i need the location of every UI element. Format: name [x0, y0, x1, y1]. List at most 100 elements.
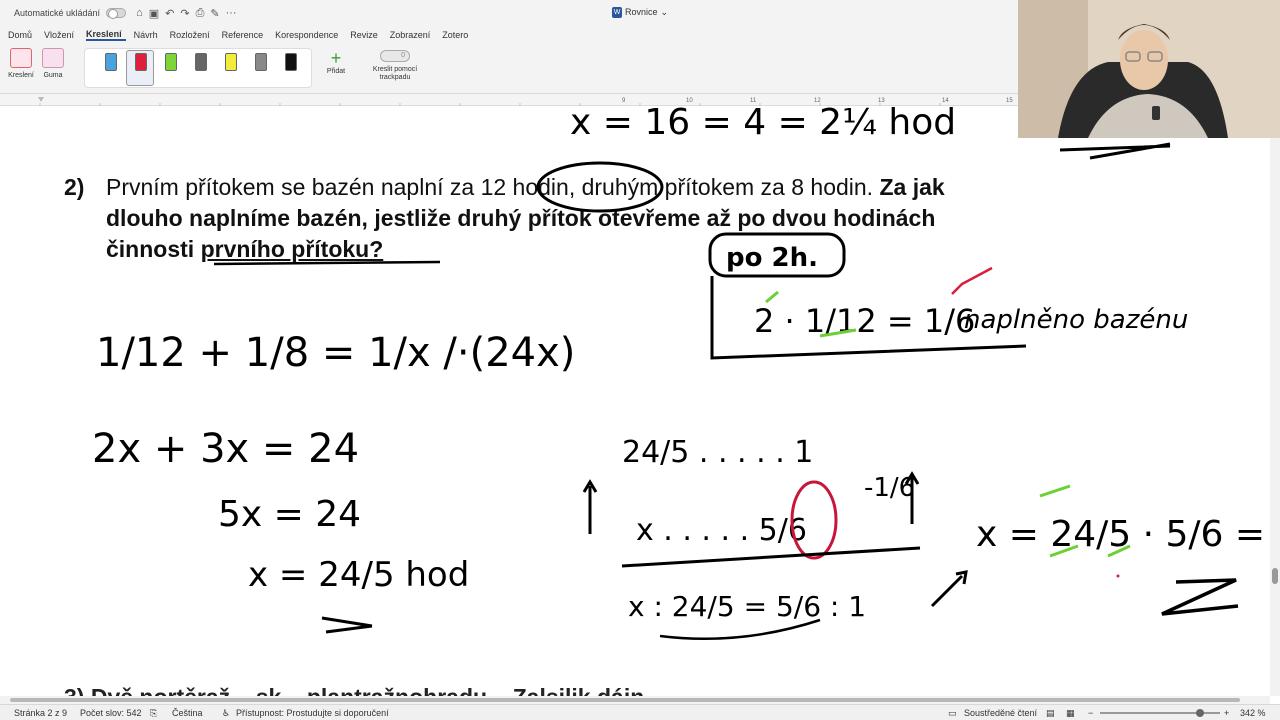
word-doc-icon: W	[612, 7, 622, 18]
trackpad-toggle-switch[interactable]: 0	[380, 50, 410, 62]
webcam-overlay	[1018, 0, 1280, 138]
pen-gallery	[84, 48, 312, 88]
tab-navrh[interactable]: Návrh	[134, 30, 162, 40]
pen-green[interactable]	[165, 53, 177, 83]
ruler-indent-marker[interactable]	[38, 97, 44, 102]
ruler-label-14: 14	[942, 98, 949, 104]
autosave-toggle[interactable]	[106, 8, 127, 19]
ruler-label-10: 10	[686, 98, 693, 104]
ink-result-underline	[1161, 578, 1239, 616]
tab-zobrazeni[interactable]: Zobrazení	[390, 30, 435, 40]
vertical-scrollbar[interactable]	[1270, 106, 1280, 696]
quick-access-toolbar: ⌂ ▣ ↶ ↷ ⎙ ✎ ···	[136, 7, 237, 20]
ruler-label-13: 13	[878, 98, 885, 104]
ink-circle-12-hodin	[536, 161, 664, 213]
draw-pen-icon	[10, 48, 32, 68]
tab-domu[interactable]: Domů	[8, 30, 36, 40]
tab-vlozeni[interactable]: Vložení	[44, 30, 78, 40]
ink-underline-top	[1059, 142, 1171, 160]
ink-box-after-2h: po 2h. 2 · 1/12 = 1/6 naplněno bazénu	[708, 232, 1188, 360]
webcam-person-image	[1018, 0, 1280, 138]
ink-proportion-top: 24/5 . . . . . 1	[622, 435, 813, 470]
zoom-out-icon[interactable]: −	[1088, 708, 1093, 718]
ink-red-dot	[1116, 574, 1120, 578]
ink-underline-question	[213, 260, 441, 266]
web-layout-icon[interactable]: ▦	[1066, 708, 1075, 719]
pen-red[interactable]	[135, 53, 147, 83]
ink-arrow-diagonal	[930, 570, 968, 608]
proofing-icon[interactable]: ⎘	[150, 708, 157, 719]
pen-yellow[interactable]	[225, 53, 237, 83]
print-icon[interactable]: ⎙	[196, 7, 205, 20]
ink-box-note: naplněno bazénu	[964, 305, 1188, 335]
status-language[interactable]: Čeština	[172, 708, 203, 718]
ruler-label-9: 9	[622, 98, 626, 104]
status-page[interactable]: Stránka 2 z 9	[14, 708, 67, 718]
tab-rozlozeni[interactable]: Rozložení	[170, 30, 214, 40]
ink-box-equation: 2 · 1/12 = 1/6	[754, 302, 975, 340]
pen-silver[interactable]	[255, 53, 267, 83]
tab-reference[interactable]: Reference	[222, 30, 268, 40]
accessibility-icon[interactable]: ♿	[222, 708, 230, 719]
save-icon[interactable]: ▣	[149, 7, 159, 20]
tab-korespondence[interactable]: Korespondence	[275, 30, 342, 40]
pen-blue[interactable]	[105, 53, 117, 83]
status-focus-mode[interactable]: Soustředěné čtení	[964, 708, 1037, 718]
add-pen-label: Přidat	[326, 68, 346, 75]
ink-equation-2: 2x + 3x = 24	[92, 426, 359, 472]
ink-layer: x = 16 = 4 = 2¼ hod po 2h. 2 · 1/12 = 1/…	[92, 106, 1270, 640]
ink-box-title: po 2h.	[726, 243, 818, 273]
trackpad-draw-toggle[interactable]: 0 Kreslit pomocí trackpadu	[366, 50, 424, 82]
eraser-label: Guma	[43, 72, 63, 79]
status-zoom-level[interactable]: 342 %	[1240, 708, 1266, 718]
trackpad-label: Kreslit pomocí trackpadu	[372, 66, 418, 81]
ink-proportion-side: -1/6	[864, 473, 915, 503]
redo-icon[interactable]: ↷	[180, 7, 189, 20]
document-canvas[interactable]: 2) Prvním přítokem se bazén naplní za 12…	[0, 106, 1270, 696]
document-title-text: Rovnice	[625, 7, 658, 17]
ink-proportion-bottom: x : 24/5 = 5/6 : 1	[628, 590, 866, 623]
draw-tool-button[interactable]: Kreslení	[4, 48, 38, 79]
pen-black[interactable]	[285, 53, 297, 83]
draw-icon[interactable]: ✎	[210, 7, 219, 20]
status-word-count[interactable]: Počet slov: 542	[80, 708, 142, 718]
ink-equation-1: 1/12 + 1/8 = 1/x /·(24x)	[96, 330, 575, 376]
ink-proportion: 24/5 . . . . . 1 x . . . . . 5/6 -1/6 x …	[582, 435, 921, 640]
ink-arrow-left	[582, 479, 598, 534]
zoom-in-icon[interactable]: +	[1224, 708, 1229, 718]
zoom-slider-thumb[interactable]	[1196, 709, 1204, 717]
eraser-button[interactable]: Guma	[36, 48, 70, 79]
tab-kresleni[interactable]: Kreslení	[86, 29, 126, 41]
ink-top-partial: x = 16 = 4 = 2¼ hod	[570, 106, 956, 143]
ink-underline-result-1	[321, 616, 373, 634]
tab-revize[interactable]: Revize	[350, 30, 382, 40]
document-title[interactable]: W Rovnice ⌄	[612, 7, 668, 18]
focus-icon[interactable]: ▭	[948, 708, 957, 719]
horizontal-scrollbar[interactable]	[0, 696, 1270, 704]
next-problem-partial: 3) Dvě nortěraž... sk... plantražnohradu…	[64, 684, 644, 696]
ink-equation-3: 5x = 24	[218, 494, 361, 535]
ruler-label-12: 12	[814, 98, 821, 104]
home-icon[interactable]: ⌂	[136, 7, 143, 20]
plus-icon: +	[330, 48, 342, 68]
svg-text:x = 16 = 4 = 2¼ hod: x = 16 = 4 = 2¼ hod	[570, 106, 956, 143]
tab-zotero[interactable]: Zotero	[442, 30, 472, 40]
add-pen-button[interactable]: + Přidat	[316, 48, 356, 75]
pen-gray[interactable]	[195, 53, 207, 83]
ink-proportion-divider	[621, 546, 921, 568]
ink-red-check	[951, 266, 993, 295]
print-layout-icon[interactable]: ▤	[1046, 708, 1055, 719]
ink-result: x = 24/5 · 5/6 = 4 hod	[930, 484, 1270, 616]
more-icon[interactable]: ···	[226, 7, 237, 20]
draw-tool-label: Kreslení	[8, 72, 34, 79]
ruler-label-11: 11	[750, 98, 757, 104]
ink-proportion-mid: x . . . . . 5/6	[636, 513, 807, 548]
autosave-label: Automatické ukládání	[14, 8, 101, 18]
chevron-down-icon: ⌄	[660, 7, 669, 17]
eraser-icon	[42, 48, 64, 68]
undo-icon[interactable]: ↶	[165, 7, 174, 20]
ruler-label-15: 15	[1006, 98, 1013, 104]
vertical-scroll-thumb[interactable]	[1272, 568, 1278, 584]
status-accessibility[interactable]: Přístupnost: Prostudujte si doporučení	[236, 708, 389, 718]
horizontal-scroll-thumb[interactable]	[10, 698, 1240, 702]
